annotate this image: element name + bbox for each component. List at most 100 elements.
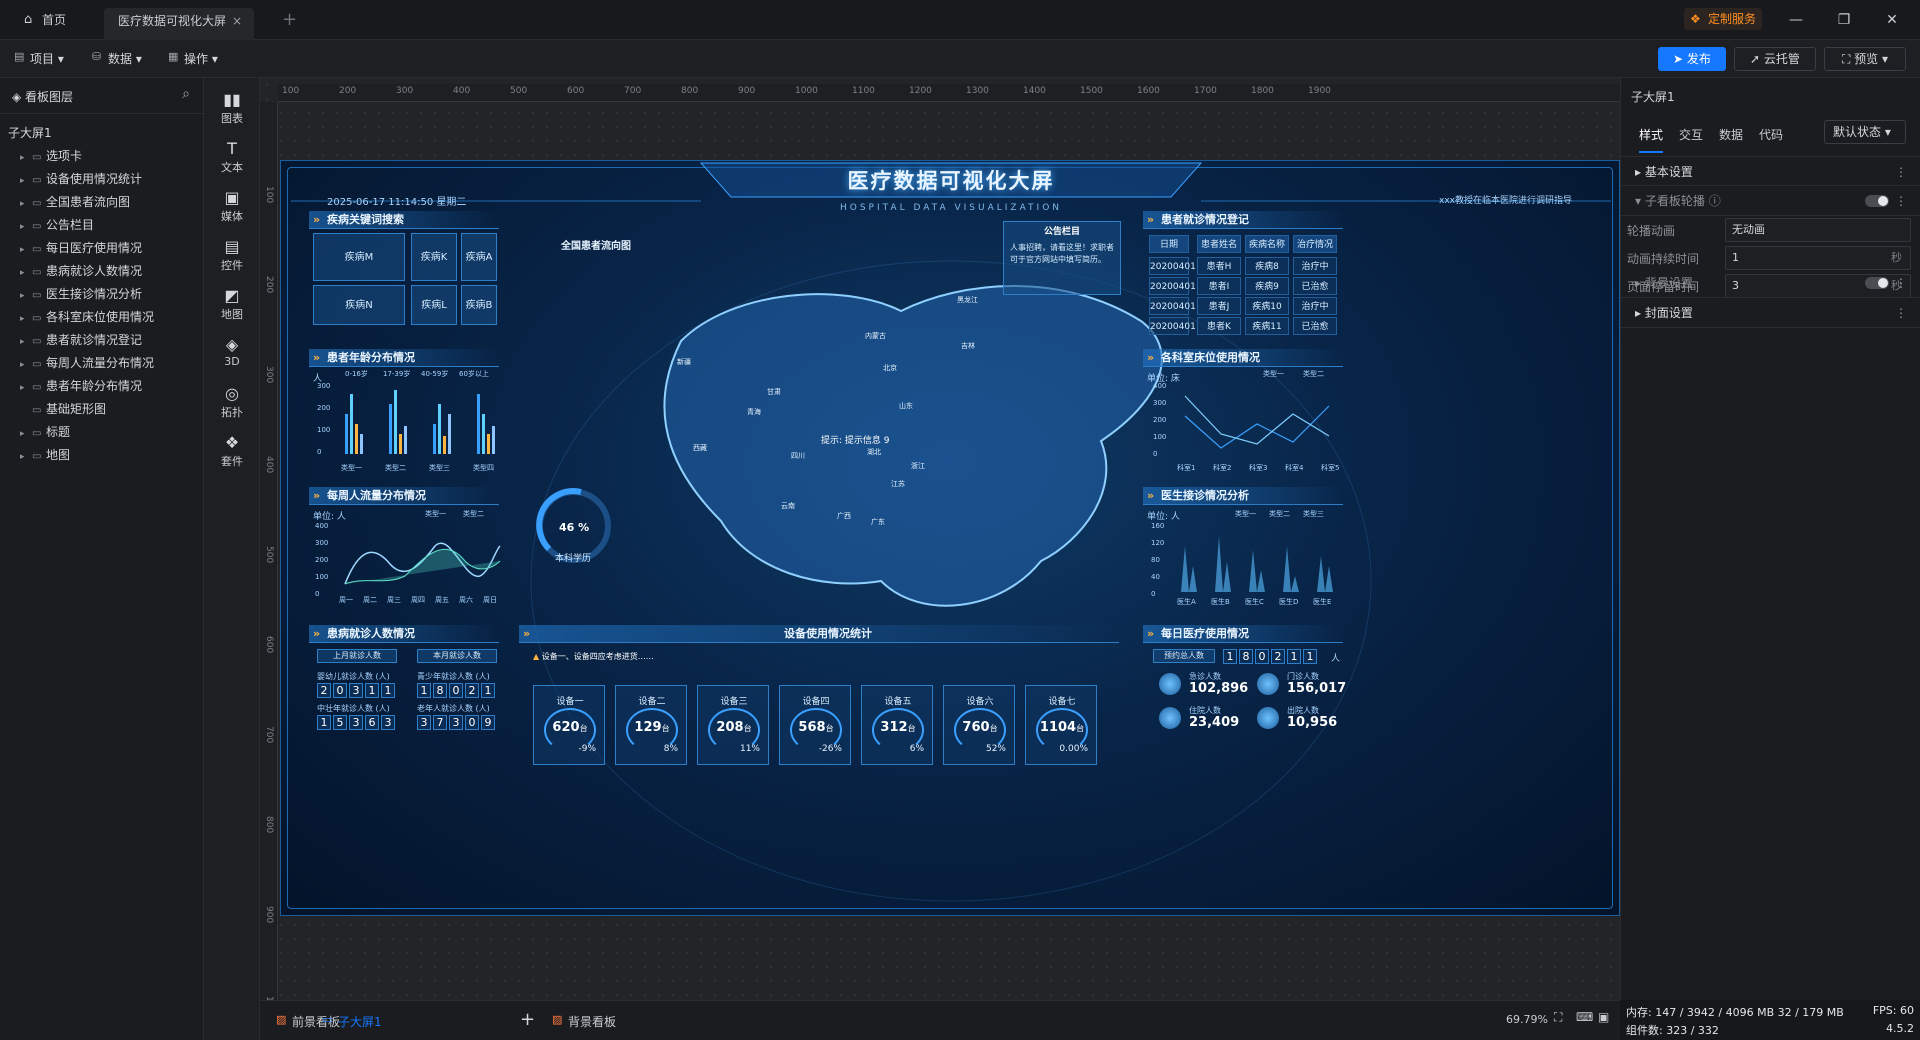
device-card[interactable]: 设备三 208台 11% <box>697 685 769 765</box>
tab-sub-screen[interactable]: ▭ 子大屏1 <box>322 1013 382 1030</box>
tab-interaction[interactable]: 交互 <box>1679 126 1703 143</box>
expand-icon[interactable]: ▸ <box>20 331 32 353</box>
expand-icon[interactable]: ▸ <box>20 147 32 169</box>
tab-code[interactable]: 代码 <box>1759 126 1783 143</box>
visits-tab-this-month[interactable]: 本月就诊人数 <box>417 649 497 663</box>
layer-item[interactable]: ▸ ▭ 各科室床位使用情况 <box>20 306 154 328</box>
component-4[interactable]: ◩ 地图 <box>204 286 260 322</box>
tab-data[interactable]: 数据 <box>1719 126 1743 143</box>
map-region-label[interactable]: 云南 <box>781 501 795 511</box>
section-carousel[interactable]: ▾ 子看板轮播 ⓘ ⋮ <box>1621 186 1920 216</box>
visits-tab-last-month[interactable]: 上月就诊人数 <box>317 649 397 663</box>
section-basic-settings[interactable]: ▸ 基本设置 ⋮ <box>1621 156 1920 186</box>
expand-icon[interactable]: ▸ <box>20 423 32 445</box>
search-icon[interactable]: ⌕ <box>182 86 190 102</box>
section-background[interactable]: ▸ 背景设置 ⋮ <box>1621 268 1920 298</box>
map-region-label[interactable]: 新疆 <box>677 357 691 367</box>
component-5[interactable]: ◈ 3D <box>204 335 260 368</box>
menu-data[interactable]: ⛁ 数据 ▾ <box>92 50 142 67</box>
map-region-label[interactable]: 吉林 <box>961 341 975 351</box>
component-2[interactable]: ▣ 媒体 <box>204 188 260 224</box>
map-region-label[interactable]: 浙江 <box>911 461 925 471</box>
add-board-button[interactable]: + <box>520 1009 535 1030</box>
tab-style[interactable]: 样式 <box>1639 126 1664 153</box>
publish-button[interactable]: ➤ 发布 <box>1658 47 1726 71</box>
component-0[interactable]: ▮▮ 图表 <box>204 90 260 126</box>
layer-item[interactable]: ▸ ▭ 患病就诊人数情况 <box>20 260 142 282</box>
layer-item[interactable]: ▸ ▭ 选项卡 <box>20 145 82 167</box>
layer-item[interactable]: ▸ ▭ 每周人流量分布情况 <box>20 352 154 374</box>
component-1[interactable]: T 文本 <box>204 139 260 175</box>
preview-button[interactable]: ⛶ 预览 ▾ <box>1824 47 1906 71</box>
tab-dashboard[interactable]: 医疗数据可视化大屏 × <box>104 8 254 40</box>
component-7[interactable]: ❖ 套件 <box>204 433 260 469</box>
layer-item[interactable]: ▭ 基础矩形图 <box>20 398 106 420</box>
map-region-label[interactable]: 北京 <box>883 363 897 373</box>
add-tab-button[interactable]: + <box>282 8 297 32</box>
expand-icon[interactable]: ▸ <box>20 285 32 307</box>
device-card[interactable]: 设备四 568台 -26% <box>779 685 851 765</box>
more-icon[interactable]: ⋮ <box>1895 186 1907 216</box>
keyword-tag[interactable]: 疾病B <box>461 285 497 325</box>
more-icon[interactable]: ⋮ <box>1895 157 1907 187</box>
tab-home[interactable]: ⌂ 首页 <box>22 8 66 32</box>
device-card[interactable]: 设备二 129台 8% <box>615 685 687 765</box>
menu-project[interactable]: ▤ 项目 ▾ <box>14 50 64 67</box>
map-region-label[interactable]: 黑龙江 <box>957 295 978 305</box>
expand-icon[interactable]: ▸ <box>20 216 32 238</box>
state-select[interactable]: 默认状态 ▾ <box>1824 120 1906 144</box>
layer-item[interactable]: ▸ ▭ 全国患者流向图 <box>20 191 130 213</box>
device-card[interactable]: 设备七 1104台 0.00% <box>1025 685 1097 765</box>
expand-icon[interactable]: ▸ <box>20 170 32 192</box>
keyboard-icon[interactable]: ⌨ <box>1576 1010 1593 1024</box>
expand-icon[interactable]: ▸ <box>20 377 32 399</box>
layer-item[interactable]: ▸ ▭ 医生接诊情况分析 <box>20 283 142 305</box>
zoom-level[interactable]: 69.79% <box>1506 1013 1548 1026</box>
map-region-label[interactable]: 江苏 <box>891 479 905 489</box>
expand-icon[interactable]: ▸ <box>20 308 32 330</box>
layer-item[interactable]: ▸ ▭ 标题 <box>20 421 70 443</box>
component-3[interactable]: ▤ 控件 <box>204 237 260 273</box>
map-region-label[interactable]: 西藏 <box>693 443 707 453</box>
map-region-label[interactable]: 湖北 <box>867 447 881 457</box>
field-input[interactable]: 无动画 <box>1725 218 1911 242</box>
component-6[interactable]: ◎ 拓扑 <box>204 384 260 420</box>
layer-item[interactable]: ▸ ▭ 每日医疗使用情况 <box>20 237 142 259</box>
map-region-label[interactable]: 广东 <box>871 517 885 527</box>
map-region-label[interactable]: 内蒙古 <box>865 331 886 341</box>
custom-service-button[interactable]: ❖ 定制服务 <box>1684 8 1763 30</box>
restore-button[interactable]: ❐ <box>1832 8 1856 32</box>
keyword-tag[interactable]: 疾病K <box>411 233 457 281</box>
expand-icon[interactable]: ▸ <box>20 354 32 376</box>
section-cover[interactable]: ▸ 封面设置 ⋮ <box>1621 298 1920 328</box>
layer-root[interactable]: 子大屏1 <box>8 122 52 144</box>
device-card[interactable]: 设备一 620台 -9% <box>533 685 605 765</box>
tab-background-board[interactable]: ▨ 背景看板 <box>552 1013 616 1030</box>
minimize-button[interactable]: — <box>1784 8 1808 32</box>
cloud-hosting-button[interactable]: ➚ 云托管 <box>1734 47 1816 71</box>
more-icon[interactable]: ⋮ <box>1895 268 1907 298</box>
dashboard-screen[interactable]: 医疗数据可视化大屏 HOSPITAL DATA VISUALIZATION 20… <box>280 160 1620 916</box>
expand-icon[interactable]: ▸ <box>20 262 32 284</box>
menu-operation[interactable]: ▦ 操作 ▾ <box>168 50 218 67</box>
close-tab-icon[interactable]: × <box>232 8 242 34</box>
background-toggle[interactable] <box>1865 277 1889 289</box>
expand-icon[interactable]: ▸ <box>20 193 32 215</box>
expand-icon[interactable]: ▸ <box>20 239 32 261</box>
layer-item[interactable]: ▸ ▭ 患者年龄分布情况 <box>20 375 142 397</box>
field-input[interactable]: 1秒 <box>1725 246 1911 270</box>
device-card[interactable]: 设备六 760台 52% <box>943 685 1015 765</box>
layer-item[interactable]: ▸ ▭ 公告栏目 <box>20 214 94 236</box>
terminal-icon[interactable]: ▣ <box>1598 1010 1609 1024</box>
fit-screen-icon[interactable]: ⛶ <box>1554 1010 1562 1025</box>
device-card[interactable]: 设备五 312台 6% <box>861 685 933 765</box>
layer-item[interactable]: ▸ ▭ 设备使用情况统计 <box>20 168 142 190</box>
map-region-label[interactable]: 四川 <box>791 451 805 461</box>
keyword-tag[interactable]: 疾病A <box>461 233 497 281</box>
expand-icon[interactable]: ▸ <box>20 446 32 468</box>
help-icon[interactable]: ⓘ <box>1709 194 1721 208</box>
map-region-label[interactable]: 广西 <box>837 511 851 521</box>
close-window-button[interactable]: ✕ <box>1880 8 1904 32</box>
keyword-tag[interactable]: 疾病L <box>411 285 457 325</box>
keyword-tag[interactable]: 疾病N <box>313 285 405 325</box>
